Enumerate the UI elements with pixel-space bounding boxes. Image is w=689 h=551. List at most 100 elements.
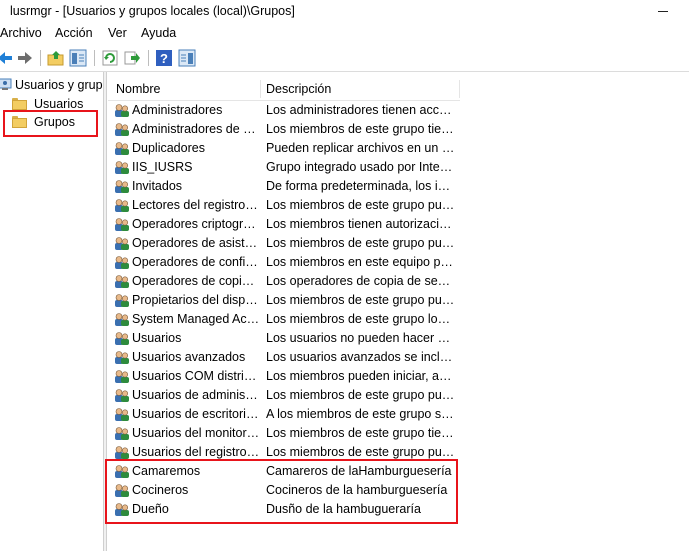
group-icon — [114, 217, 130, 232]
minimize-button[interactable] — [658, 11, 668, 12]
group-icon — [114, 141, 130, 156]
toolbar-separator — [148, 50, 149, 66]
toolbar-separator — [94, 50, 95, 66]
tree-item-label: Usuarios — [34, 97, 84, 111]
group-description: De forma predeterminada, los invitados t… — [266, 179, 456, 193]
menu-ayuda[interactable]: Ayuda — [141, 26, 176, 40]
group-description: Los usuarios no pueden hacer cambios acc… — [266, 331, 456, 345]
group-name: Usuarios del monitor de sistema — [132, 426, 260, 440]
show-hide-tree-icon[interactable] — [69, 49, 87, 67]
group-description: Los miembros de este grupo tienen acceso… — [266, 426, 456, 440]
group-icon — [114, 198, 130, 213]
group-icon — [114, 407, 130, 422]
group-icon — [114, 388, 130, 403]
toolbar-separator — [40, 50, 41, 66]
up-folder-icon[interactable] — [47, 49, 65, 67]
group-name: Usuarios — [132, 331, 182, 345]
toolbar: ? — [0, 45, 689, 72]
group-row[interactable]: Operadores de copia de seguridad Los oper… — [108, 272, 460, 291]
group-description: Los miembros de este grupo pueden leer r… — [266, 198, 456, 212]
group-name: Propietarios del dispositivo — [132, 293, 260, 307]
group-name: Usuarios de administración remota — [132, 388, 260, 402]
group-name: Usuarios avanzados — [132, 350, 246, 364]
export-list-icon[interactable] — [123, 49, 141, 67]
group-name: Invitados — [132, 179, 183, 193]
group-icon — [114, 445, 130, 460]
folder-icon — [12, 98, 27, 110]
group-icon — [114, 122, 130, 137]
group-icon — [114, 103, 130, 118]
properties-pane-icon[interactable] — [178, 49, 196, 67]
group-name: Operadores de configuración de red — [132, 255, 260, 269]
column-divider[interactable] — [459, 80, 460, 98]
group-description: Los miembros pueden iniciar, activar y u… — [266, 369, 456, 383]
tree-root-label: Usuarios y grupos locales (local) — [15, 78, 103, 92]
group-icon — [114, 274, 130, 289]
group-row[interactable]: Operadores criptográficos Los miembros ti… — [108, 215, 460, 234]
column-header-nombre[interactable]: Nombre — [116, 82, 160, 96]
menu-bar: Archivo Acción Ver Ayuda — [0, 24, 689, 44]
group-icon — [114, 255, 130, 270]
svg-text:?: ? — [160, 51, 168, 66]
group-description: Pueden replicar archivos en un dominio — [266, 141, 456, 155]
help-icon[interactable]: ? — [155, 49, 173, 67]
group-row[interactable]: Usuarios COM distribuidos Los miembros pu… — [108, 367, 460, 386]
group-name: IIS_IUSRS — [132, 160, 193, 174]
group-row[interactable]: Invitados De forma predeterminada, los in… — [108, 177, 460, 196]
menu-ver[interactable]: Ver — [108, 26, 127, 40]
group-description: Los miembros de este grupo pueden consul… — [266, 236, 456, 250]
group-row[interactable]: Lectores del registro de eventos Los miem… — [108, 196, 460, 215]
group-row[interactable]: Usuarios de escritorio remoto A los miemb… — [108, 405, 460, 424]
computer-users-icon — [0, 78, 12, 90]
group-description: Los operadores de copia de seguridad pue… — [266, 274, 456, 288]
group-row[interactable]: Administradores Los administradores tiene… — [108, 101, 460, 120]
group-name: Administradores de Hyper-V — [132, 122, 260, 136]
group-description: Los miembros de este grupo pueden accede… — [266, 388, 456, 402]
back-arrow-icon[interactable] — [0, 49, 14, 67]
group-icon — [114, 160, 130, 175]
menu-accion[interactable]: Acción — [55, 26, 93, 40]
group-icon — [114, 331, 130, 346]
group-name: Operadores criptográficos — [132, 217, 260, 231]
group-icon — [114, 179, 130, 194]
group-row[interactable]: Usuarios avanzados Los usuarios avanzados… — [108, 348, 460, 367]
group-row[interactable]: Usuarios de administración remota Los mie… — [108, 386, 460, 405]
group-name: Usuarios del registro de rendimiento — [132, 445, 260, 459]
group-row[interactable]: Usuarios Los usuarios no pueden hacer cam… — [108, 329, 460, 348]
group-name: Usuarios de escritorio remoto — [132, 407, 260, 421]
group-name: Operadores de asistencia de control de a… — [132, 236, 260, 250]
menu-archivo[interactable]: Archivo — [0, 26, 42, 40]
forward-arrow-icon[interactable] — [16, 49, 34, 67]
group-row[interactable]: Administradores de Hyper-V Los miembros d… — [108, 120, 460, 139]
group-description: Los miembros tienen autorización para re… — [266, 217, 456, 231]
group-description: Los usuarios avanzados se incluyen para … — [266, 350, 456, 364]
title-bar: lusrmgr - [Usuarios y grupos locales (lo… — [0, 0, 689, 24]
group-icon — [114, 426, 130, 441]
group-row[interactable]: Operadores de asistencia de control de a… — [108, 234, 460, 253]
tree-root[interactable]: Usuarios y grupos locales (local) — [0, 76, 103, 94]
group-row[interactable]: IIS_IUSRS Grupo integrado usado por Inter… — [108, 158, 460, 177]
group-row[interactable]: Operadores de configuración de red Los mi… — [108, 253, 460, 272]
tree-pane: Usuarios y grupos locales (local) Usuari… — [0, 72, 103, 551]
group-description: Los miembros de este grupo los administr… — [266, 312, 456, 326]
group-row[interactable]: Propietarios del dispositivo Los miembros… — [108, 291, 460, 310]
group-name: Operadores de copia de seguridad — [132, 274, 260, 288]
group-name: Duplicadores — [132, 141, 205, 155]
group-description: Los miembros de este grupo tienen acceso… — [266, 122, 456, 136]
list-header: Nombre Descripción — [108, 78, 460, 101]
group-icon — [114, 236, 130, 251]
group-description: Los miembros de este grupo pueden cambia… — [266, 293, 456, 307]
highlight-box-custom-groups — [105, 459, 458, 524]
group-name: Administradores — [132, 103, 223, 117]
highlight-box-grupos — [3, 110, 98, 137]
group-name: System Managed Accounts Group — [132, 312, 260, 326]
group-description: Los administradores tienen acceso comple… — [266, 103, 456, 117]
group-description: Grupo integrado usado por Internet Infor… — [266, 160, 456, 174]
column-header-descripcion[interactable]: Descripción — [266, 82, 331, 96]
group-row[interactable]: Usuarios del monitor de sistema Los miemb… — [108, 424, 460, 443]
group-row[interactable]: Duplicadores Pueden replicar archivos en … — [108, 139, 460, 158]
group-name: Lectores del registro de eventos — [132, 198, 260, 212]
column-divider[interactable] — [260, 80, 261, 98]
refresh-icon[interactable] — [101, 49, 119, 67]
group-row[interactable]: System Managed Accounts Group Los miembro… — [108, 310, 460, 329]
